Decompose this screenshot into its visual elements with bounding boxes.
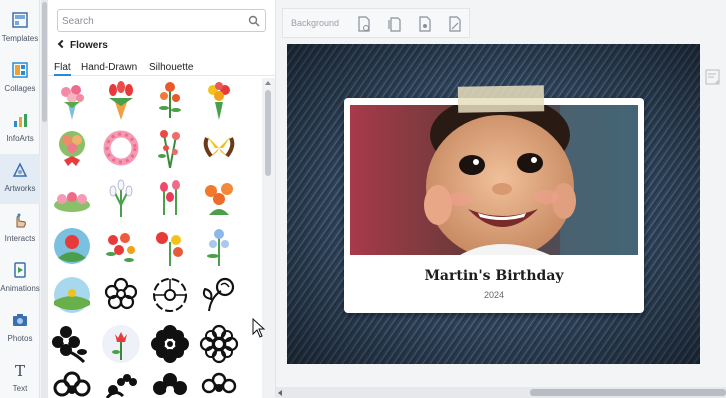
flower-badge-red-icon[interactable] — [50, 224, 94, 268]
text-icon: T — [15, 362, 25, 378]
left-nav-rail: Templates Collages InfoArts Artworks Int… — [0, 0, 40, 398]
flower-bed-pink-icon[interactable] — [50, 175, 94, 219]
templates-icon — [12, 12, 28, 28]
rail-item-label: Interacts — [4, 234, 36, 243]
flower-bouquet-yellow-icon[interactable] — [197, 78, 241, 122]
rail-item-label: Collages — [4, 84, 36, 93]
canvas-horizontal-scrollbar[interactable] — [276, 387, 726, 398]
flower-round-black-icon[interactable] — [148, 368, 192, 398]
background-remove-icon[interactable] — [448, 16, 462, 32]
flower-rose-outline-icon[interactable] — [197, 273, 241, 317]
infoarts-icon — [14, 114, 27, 127]
flower-daisy-black-icon[interactable] — [148, 322, 192, 366]
flower-snowdrop-icon[interactable] — [99, 175, 143, 219]
background-label[interactable]: Background — [291, 18, 339, 28]
design-canvas[interactable]: Martin's Birthday 2024 — [287, 44, 700, 364]
card-year[interactable]: 2024 — [344, 290, 644, 300]
rail-item-collages[interactable]: Collages — [0, 54, 40, 104]
rail-item-label: InfoArts — [6, 134, 34, 143]
flower-red-poppies-icon[interactable] — [148, 224, 192, 268]
rail-scroll-thumb[interactable] — [42, 2, 47, 122]
rail-item-artworks[interactable]: Artworks — [0, 154, 40, 204]
rail-item-templates[interactable]: Templates — [0, 4, 40, 54]
category-title: Flowers — [70, 40, 108, 51]
rail-item-label: Photos — [7, 334, 33, 343]
flower-bouquet-tulips-icon[interactable] — [99, 78, 143, 122]
canvas-scroll-thumb[interactable] — [530, 389, 726, 396]
scroll-left-arrow-icon[interactable] — [278, 390, 282, 396]
page-notes-icon[interactable] — [704, 68, 722, 86]
scroll-up-arrow-icon[interactable] — [265, 81, 271, 85]
style-tabs: Flat Hand-Drawn Silhouette — [48, 60, 276, 76]
artworks-icon — [12, 162, 28, 177]
flower-small-black-icon[interactable] — [99, 368, 143, 398]
tape-decoration — [457, 85, 545, 113]
flower-silhouette-black-icon[interactable] — [50, 322, 94, 366]
panel-scrollbar[interactable] — [262, 78, 275, 398]
artwork-panel: Flowers Flat Hand-Drawn Silhouette — [48, 0, 276, 398]
flower-wreath-pink-icon[interactable] — [99, 126, 143, 170]
search-input[interactable] — [62, 13, 242, 29]
card-title[interactable]: Martin's Birthday — [344, 268, 644, 284]
search-box — [57, 9, 266, 32]
rail-item-photos[interactable]: Photos — [0, 304, 40, 354]
rail-scrollbar[interactable] — [41, 0, 48, 398]
photos-icon — [13, 314, 27, 326]
rail-item-text[interactable]: T Text — [0, 354, 40, 398]
artwork-grid — [48, 78, 262, 398]
tab-hand-drawn[interactable]: Hand-Drawn — [81, 62, 137, 76]
background-settings-icon[interactable] — [418, 16, 432, 32]
flower-outline-bold-icon[interactable] — [50, 368, 94, 398]
flower-tulips-pink-icon[interactable] — [148, 175, 192, 219]
rail-item-label: Text — [12, 384, 28, 393]
chevron-left-icon — [57, 39, 67, 49]
background-image-icon[interactable] — [357, 16, 371, 32]
collages-icon — [12, 62, 28, 78]
rail-item-interacts[interactable]: Interacts — [0, 204, 40, 254]
flower-orange-lilies-icon[interactable] — [197, 175, 241, 219]
flower-cluster-red-icon[interactable] — [99, 224, 143, 268]
flower-bouquet-bow-icon[interactable] — [50, 126, 94, 170]
baby-photo[interactable] — [350, 105, 638, 255]
flower-bouquet-pink-icon[interactable] — [50, 78, 94, 122]
rail-item-infoarts[interactable]: InfoArts — [0, 104, 40, 154]
photo-card[interactable]: Martin's Birthday 2024 — [344, 85, 644, 313]
flower-stems-red-icon[interactable] — [148, 126, 192, 170]
background-page-icon[interactable] — [388, 16, 402, 32]
flower-ring-outline-icon[interactable] — [197, 368, 241, 398]
flower-blue-bell-icon[interactable] — [197, 224, 241, 268]
rail-item-label: Animations — [0, 284, 40, 293]
flower-outline-icon[interactable] — [99, 273, 143, 317]
svg-text:T: T — [15, 362, 25, 378]
canvas-toolbar: Background — [282, 8, 470, 38]
baby-photo-image — [350, 105, 638, 255]
flower-lily-yellow-icon[interactable] — [197, 126, 241, 170]
mouse-cursor-icon — [252, 318, 266, 338]
back-to-category-button[interactable]: Flowers — [57, 39, 108, 54]
search-icon[interactable] — [248, 15, 260, 27]
rail-item-label: Templates — [1, 34, 39, 43]
flower-branch-orange-icon[interactable] — [148, 78, 192, 122]
interacts-icon — [16, 213, 26, 228]
animations-icon — [14, 262, 26, 278]
rail-item-animations[interactable]: Animations — [0, 254, 40, 304]
app-window: Templates Collages InfoArts Artworks Int… — [0, 0, 726, 398]
tab-silhouette[interactable]: Silhouette — [149, 62, 193, 76]
panel-scroll-thumb[interactable] — [265, 90, 271, 176]
flower-daisy-outline-icon[interactable] — [197, 322, 241, 366]
flower-field-badge-icon[interactable] — [50, 273, 94, 317]
flower-tulip-circle-icon[interactable] — [99, 322, 143, 366]
tab-flat[interactable]: Flat — [54, 62, 71, 76]
flower-petals-outline-icon[interactable] — [148, 273, 192, 317]
rail-item-label: Artworks — [4, 184, 36, 193]
